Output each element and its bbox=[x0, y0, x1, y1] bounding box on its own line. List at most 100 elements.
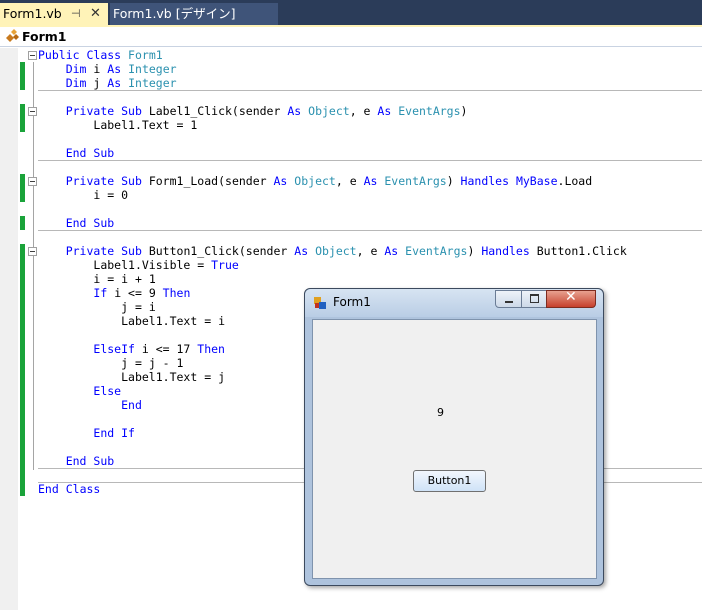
close-button[interactable]: ✕ bbox=[546, 289, 596, 308]
pin-icon[interactable]: ⊣ bbox=[71, 3, 81, 25]
code-keyword: Then bbox=[162, 286, 191, 300]
change-bar bbox=[20, 62, 25, 90]
collapse-toggle[interactable] bbox=[28, 177, 37, 186]
code-line[interactable]: End If bbox=[38, 426, 135, 440]
code-keyword: If bbox=[121, 426, 135, 440]
code-line[interactable]: End bbox=[38, 398, 142, 412]
collapse-toggle[interactable] bbox=[28, 51, 37, 60]
form1-window[interactable]: Form1 ✕ 9 Button1 bbox=[304, 288, 604, 586]
code-keyword: Then bbox=[197, 342, 225, 356]
code-keyword: As bbox=[107, 62, 122, 76]
code-keyword: End bbox=[38, 482, 59, 496]
code-keyword: Class bbox=[86, 48, 122, 62]
tab-form1-vb[interactable]: Form1.vb ⊣ ✕ bbox=[0, 3, 108, 25]
code-line[interactable]: Else bbox=[38, 384, 121, 398]
window-title: Form1 bbox=[333, 295, 371, 309]
code-line[interactable]: Private Sub Button1_Click(sender As Obje… bbox=[38, 244, 627, 258]
code-line[interactable]: Dim j As Integer bbox=[38, 76, 177, 90]
code-line[interactable]: ElseIf i <= 17 Then bbox=[38, 342, 225, 356]
class-icon bbox=[6, 29, 19, 42]
tab-label: Form1.vb [デザイン] bbox=[113, 6, 236, 21]
code-keyword: Private bbox=[65, 244, 115, 258]
code-line[interactable]: Label1.Text = 1 bbox=[38, 118, 197, 132]
document-tab-bar: Form1.vb ⊣ ✕ Form1.vb [デザイン] bbox=[0, 0, 702, 25]
code-type: Form1 bbox=[128, 48, 163, 62]
tab-label: Form1.vb bbox=[3, 6, 62, 21]
code-line[interactable]: i = i + 1 bbox=[38, 272, 155, 286]
code-keyword: End bbox=[93, 426, 115, 440]
code-keyword: End bbox=[65, 146, 87, 160]
code-keyword: Dim bbox=[65, 76, 87, 90]
minimize-button[interactable] bbox=[495, 290, 522, 308]
code-keyword: Sub bbox=[121, 104, 142, 118]
code-keyword: As bbox=[377, 104, 392, 118]
form-client-area: 9 Button1 bbox=[312, 319, 597, 579]
code-keyword: Private bbox=[65, 174, 115, 188]
navbar-class-label: Form1 bbox=[22, 29, 67, 44]
code-keyword: End bbox=[65, 216, 87, 230]
label1[interactable]: 9 bbox=[437, 406, 444, 419]
collapse-toggle[interactable] bbox=[28, 247, 37, 256]
code-keyword: Private bbox=[65, 104, 115, 118]
code-keyword: As bbox=[384, 244, 399, 258]
code-keyword: Class bbox=[65, 482, 101, 496]
code-line[interactable]: End Sub bbox=[38, 454, 115, 468]
code-line[interactable]: Private Sub Form1_Load(sender As Object,… bbox=[38, 174, 592, 188]
class-navigation-bar[interactable]: Form1 bbox=[0, 27, 702, 47]
code-line[interactable]: End Sub bbox=[38, 146, 115, 160]
code-keyword: Sub bbox=[121, 244, 142, 258]
change-bar bbox=[20, 174, 25, 202]
tab-form1-design[interactable]: Form1.vb [デザイン] bbox=[110, 3, 278, 25]
code-line[interactable]: Label1.Text = j bbox=[38, 370, 225, 384]
code-keyword: Dim bbox=[65, 62, 87, 76]
code-type: Object bbox=[294, 174, 336, 188]
code-type: EventArgs bbox=[384, 174, 447, 188]
code-line[interactable]: i = 0 bbox=[38, 188, 128, 202]
code-line[interactable]: Private Sub Label1_Click(sender As Objec… bbox=[38, 104, 468, 118]
code-type: Integer bbox=[128, 62, 177, 76]
code-keyword: As bbox=[294, 244, 309, 258]
code-keyword: As bbox=[363, 174, 378, 188]
code-line[interactable]: Label1.Text = i bbox=[38, 314, 225, 328]
code-type: Integer bbox=[128, 76, 177, 90]
change-bar bbox=[20, 244, 25, 496]
code-keyword: If bbox=[93, 286, 108, 300]
code-line[interactable]: j = i bbox=[38, 300, 156, 314]
code-keyword: Sub bbox=[93, 216, 115, 230]
code-keyword: Sub bbox=[93, 454, 115, 468]
code-line[interactable]: If i <= 9 Then bbox=[38, 286, 190, 300]
form-icon bbox=[314, 297, 326, 309]
code-line[interactable]: End Sub bbox=[38, 216, 115, 230]
code-line[interactable]: Public Class Form1 bbox=[38, 48, 163, 62]
code-keyword: MyBase bbox=[515, 174, 558, 188]
code-type: Object bbox=[308, 104, 350, 118]
code-keyword: Handles bbox=[460, 174, 510, 188]
code-keyword: Public bbox=[38, 48, 80, 62]
outline-guide bbox=[33, 62, 34, 470]
close-icon[interactable]: ✕ bbox=[90, 3, 101, 25]
code-type: Object bbox=[315, 244, 357, 258]
code-type: EventArgs bbox=[398, 104, 461, 118]
code-keyword: Sub bbox=[121, 174, 142, 188]
editor-gutter bbox=[0, 48, 18, 610]
code-keyword: True bbox=[211, 258, 239, 272]
code-type: EventArgs bbox=[405, 244, 468, 258]
collapse-toggle[interactable] bbox=[28, 107, 37, 116]
code-keyword: As bbox=[287, 104, 302, 118]
code-keyword: Else bbox=[93, 384, 122, 398]
window-title-bar[interactable]: Form1 ✕ bbox=[305, 289, 603, 317]
code-keyword: End bbox=[121, 398, 142, 412]
button1[interactable]: Button1 bbox=[413, 470, 486, 492]
code-keyword: Handles bbox=[481, 244, 530, 258]
code-line[interactable]: Label1.Visible = True bbox=[38, 258, 239, 272]
code-line[interactable]: j = j - 1 bbox=[38, 356, 183, 370]
maximize-button[interactable] bbox=[521, 290, 547, 308]
code-keyword: ElseIf bbox=[93, 342, 135, 356]
code-keyword: Sub bbox=[93, 146, 115, 160]
code-keyword: End bbox=[65, 454, 87, 468]
code-line[interactable]: End Class bbox=[38, 482, 100, 496]
change-bar bbox=[20, 216, 25, 230]
code-line[interactable]: Dim i As Integer bbox=[38, 62, 177, 76]
code-keyword: As bbox=[273, 174, 288, 188]
change-bar bbox=[20, 104, 25, 132]
